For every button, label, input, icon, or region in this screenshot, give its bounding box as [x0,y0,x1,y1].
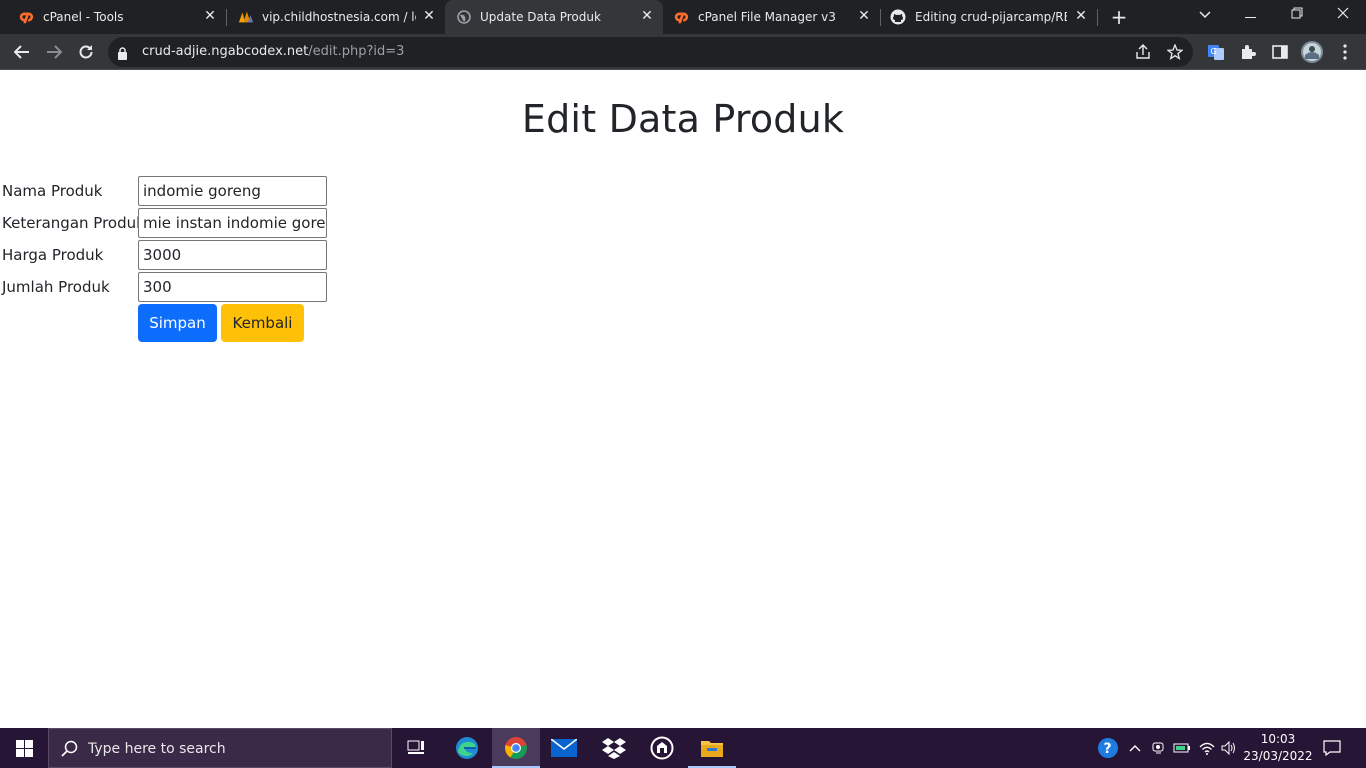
tab-cpanel-tools[interactable]: cPanel - Tools ✕ [0,0,226,34]
taskbar-search-box[interactable]: Type here to search [48,728,392,768]
side-panel-icon[interactable] [1270,42,1290,62]
mail-icon[interactable] [540,728,588,768]
profile-avatar[interactable] [1301,41,1323,63]
new-tab-icon[interactable]: + [1109,7,1129,27]
volume-icon[interactable] [1219,738,1239,758]
globe-icon [456,9,472,25]
harga-produk-input[interactable]: 3000 [138,240,327,270]
url-text: crud-adjie.ngabcodex.net/edit.php?id=3 [142,44,404,59]
harga-produk-label: Harga Produk [2,246,104,264]
tab-title: cPanel File Manager v3 [698,10,836,24]
jumlah-produk-input[interactable]: 300 [138,272,327,302]
tab-cpanel-file-manager[interactable]: cPanel File Manager v3 ✕ [663,0,881,34]
app-store-icon[interactable] [638,728,686,768]
clock-date: 23/03/2022 [1243,749,1313,763]
page-title: Edit Data Produk [521,97,845,141]
share-icon[interactable] [1135,44,1151,60]
reload-icon[interactable] [75,41,97,63]
close-window-icon[interactable] [1328,4,1358,28]
dropbox-icon[interactable] [590,728,638,768]
cpanel-icon [673,9,689,25]
bookmark-star-icon[interactable] [1167,44,1183,60]
url-host: crud-adjie.ngabcodex.net [142,44,309,59]
jumlah-produk-label: Jumlah Produk [2,278,110,296]
back-arrow-icon[interactable] [11,41,33,63]
tab-update-data-produk[interactable]: Update Data Produk ✕ [445,0,663,34]
edge-browser-icon[interactable] [443,728,491,768]
lock-icon[interactable] [117,45,128,64]
wifi-icon[interactable] [1197,738,1217,758]
forward-arrow-icon[interactable] [43,41,65,63]
battery-icon[interactable] [1172,738,1192,758]
simpan-button[interactable]: Simpan [138,304,217,342]
windows-taskbar: Type here to search ? 10:03 23/03/2022 [0,728,1366,768]
google-translate-icon[interactable]: G [1206,42,1226,62]
chrome-menu-icon[interactable] [1335,42,1355,62]
github-icon [890,9,906,25]
system-clock[interactable]: 10:03 23/03/2022 [1238,731,1318,765]
keterangan-produk-label: Keterangan Produk [2,214,145,232]
task-view-icon[interactable] [392,728,440,768]
search-placeholder: Type here to search [88,741,226,757]
tab-title: Update Data Produk [480,10,601,24]
webcam-icon[interactable] [1149,738,1169,758]
chrome-browser-icon[interactable] [492,728,540,768]
tab-github-editing[interactable]: Editing crud-pijarcamp/READ ✕ [881,0,1097,34]
close-tab-icon[interactable]: ✕ [639,8,655,24]
tab-title: Editing crud-pijarcamp/READ [915,10,1067,24]
close-tab-icon[interactable]: ✕ [1073,8,1089,24]
file-explorer-icon[interactable] [688,728,736,768]
close-tab-icon[interactable]: ✕ [856,8,872,24]
tab-title: vip.childhostnesia.com / loca [262,10,416,24]
tray-chevron-up-icon[interactable] [1125,738,1145,758]
address-bar[interactable]: crud-adjie.ngabcodex.net/edit.php?id=3 [108,37,1193,67]
kembali-button[interactable]: Kembali [221,304,304,342]
tab-separator [1097,9,1098,26]
tab-phpmyadmin[interactable]: vip.childhostnesia.com / loca ✕ [226,0,444,34]
nama-produk-label: Nama Produk [2,182,103,200]
svg-text:G: G [1211,47,1217,56]
minimize-icon[interactable] [1236,4,1266,28]
extensions-puzzle-icon[interactable] [1238,42,1258,62]
svg-text:?: ? [1104,741,1112,757]
search-icon [61,740,78,761]
page-content: Edit Data Produk Nama Produk indomie gor… [0,71,1366,728]
close-tab-icon[interactable]: ✕ [421,8,437,24]
tab-title: cPanel - Tools [43,10,124,24]
cpanel-icon [18,9,34,25]
nama-produk-input[interactable]: indomie goreng [138,176,327,206]
windows-start-icon[interactable] [0,728,48,768]
help-question-icon[interactable]: ? [1097,737,1119,759]
browser-toolbar: crud-adjie.ngabcodex.net/edit.php?id=3 G [0,34,1366,70]
restore-icon[interactable] [1282,4,1312,28]
notification-center-icon[interactable] [1322,738,1342,758]
close-tab-icon[interactable]: ✕ [202,8,218,24]
url-path: /edit.php?id=3 [308,44,405,59]
keterangan-produk-input[interactable]: mie instan indomie goreng [138,208,327,238]
browser-tab-strip: cPanel - Tools ✕ vip.childhostnesia.com … [0,0,1366,34]
phpmyadmin-icon [238,9,254,25]
clock-time: 10:03 [1260,732,1296,746]
tab-search-chevron-icon[interactable] [1190,4,1220,28]
